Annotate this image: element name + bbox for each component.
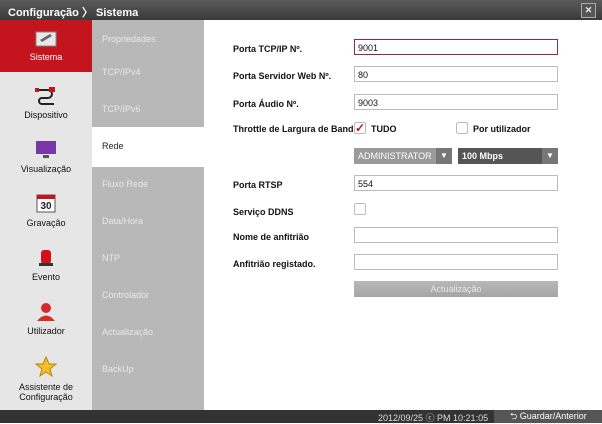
nav-label: Assistente de Configuração	[18, 382, 74, 402]
save-back-button[interactable]: ⮌ Guardar/Anterior	[494, 410, 602, 423]
nav-item-assistente[interactable]: Assistente de Configuração	[0, 350, 92, 410]
throttle-all-label: TUDO	[371, 124, 397, 134]
submenu-item[interactable]: Fluxo Rede	[92, 165, 204, 205]
registered-host-label: Anfitrião registado.	[233, 259, 316, 269]
nav-item-utilizador[interactable]: Utilizador	[0, 294, 92, 346]
calendar-icon: 30	[36, 194, 56, 213]
submenu-item[interactable]: TCP/IPv4	[92, 53, 204, 93]
ddns-checkbox[interactable]	[354, 203, 366, 215]
svg-text:30: 30	[40, 201, 52, 212]
hostname-input[interactable]	[354, 227, 558, 243]
hostname-label: Nome de anfitrião	[233, 232, 310, 242]
submenu-item[interactable]: NTP	[92, 239, 204, 279]
page-title: Configuração 〉 Sistema	[8, 4, 138, 20]
tcp-port-input[interactable]: 9001	[354, 39, 558, 55]
nav-label: Evento	[31, 272, 61, 282]
throttle-per-user-label: Por utilizador	[473, 124, 531, 134]
settings-panel: Porta TCP/IP Nº. 9001 Porta Servidor Web…	[204, 20, 602, 410]
nav-label: Sistema	[29, 52, 63, 62]
breadcrumb-separator: 〉	[81, 7, 93, 19]
siren-icon	[39, 250, 53, 266]
web-port-label: Porta Servidor Web Nº.	[233, 71, 332, 81]
toolbox-icon	[35, 31, 57, 47]
rtsp-port-label: Porta RTSP	[233, 180, 283, 190]
star-icon	[34, 356, 58, 378]
submenu-item[interactable]: Controlador	[92, 276, 204, 316]
checkmark-icon: ✓	[355, 121, 366, 135]
submenu: Propriedades TCP/IPv4 TCP/IPv6 Rede Flux…	[92, 20, 204, 410]
throttle-per-user-checkbox[interactable]	[456, 122, 468, 134]
nav-item-dispositivo[interactable]: Dispositivo	[0, 78, 92, 130]
chevron-down-icon: ▼	[542, 148, 558, 164]
user-select[interactable]: ADMINISTRATOR ▼	[354, 148, 452, 164]
submenu-item-selected[interactable]: Rede	[92, 127, 204, 167]
update-button[interactable]: Actualização	[354, 281, 558, 297]
nav-label: Visualização	[20, 164, 72, 174]
submenu-item[interactable]: BackUp	[92, 350, 204, 390]
rtsp-port-input[interactable]: 554	[354, 175, 558, 191]
breadcrumb-section: Configuração	[8, 7, 79, 19]
nav-label: Gravação	[26, 218, 66, 228]
submenu-item[interactable]: Data/Hora	[92, 202, 204, 242]
nav-item-evento[interactable]: Evento	[0, 240, 92, 292]
throttle-label: Throttle de Largura de Banda	[233, 124, 359, 134]
nav-label: Dispositivo	[24, 110, 68, 120]
monitor-icon	[36, 141, 56, 158]
throttle-all-checkbox[interactable]: ✓	[354, 122, 366, 134]
return-arrow-icon: ⮌	[510, 411, 520, 421]
registered-host-input[interactable]	[354, 254, 558, 270]
cable-icon	[35, 87, 55, 105]
audio-port-label: Porta Áudio Nº.	[233, 99, 299, 109]
title-bar: Configuração 〉 Sistema ✕	[0, 0, 602, 20]
tcp-port-label: Porta TCP/IP Nº.	[233, 44, 303, 54]
chevron-down-icon: ▼	[436, 148, 452, 164]
breadcrumb-page: Sistema	[96, 7, 139, 19]
nav-label: Utilizador	[27, 326, 65, 336]
user-icon	[37, 303, 55, 321]
audio-port-input[interactable]: 9003	[354, 94, 558, 110]
ddns-label: Serviço DDNS	[233, 207, 294, 217]
nav-item-gravacao[interactable]: 30 Gravação	[0, 186, 92, 238]
submenu-item[interactable]: Actualização	[92, 313, 204, 353]
close-icon[interactable]: ✕	[581, 3, 596, 18]
nav-item-sistema[interactable]: Sistema	[0, 20, 92, 72]
main-navigation: Sistema Dispositivo Visualização 30 Grav…	[0, 20, 93, 410]
datetime-display: 2012/09/25 ⓒ PM 10:21:05	[378, 413, 489, 423]
nav-item-visualizacao[interactable]: Visualização	[0, 132, 92, 184]
submenu-item[interactable]: TCP/IPv6	[92, 90, 204, 130]
bandwidth-select[interactable]: 100 Mbps ▼	[458, 148, 558, 164]
web-port-input[interactable]: 80	[354, 66, 558, 82]
status-bar: 2012/09/25 ⓒ PM 10:21:05 ⮌ Guardar/Anter…	[0, 410, 602, 423]
